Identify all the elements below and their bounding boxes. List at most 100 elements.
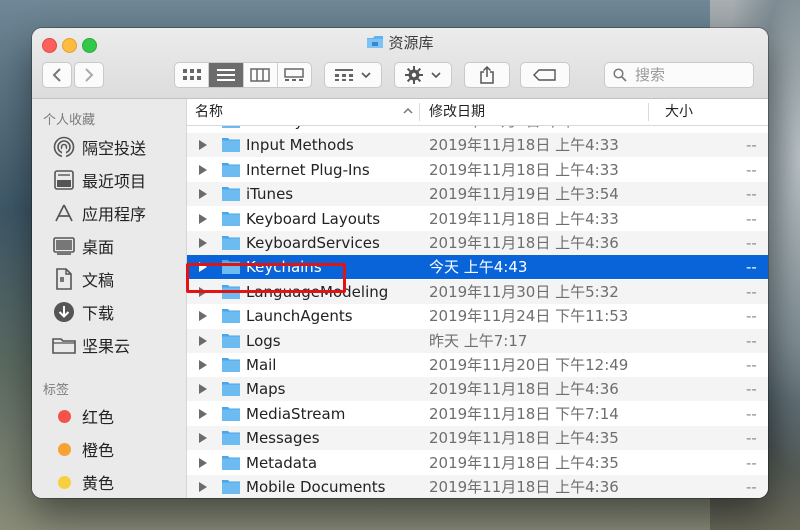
desktop-icon xyxy=(52,235,76,257)
file-modified-date: 昨天 上午7:17 xyxy=(429,331,528,350)
sidebar-item-documents[interactable]: 文稿 xyxy=(52,265,114,293)
file-row[interactable]: Keyboard Layouts 2019年11月18日 上午4:33 -- xyxy=(187,207,768,231)
chevron-left-icon xyxy=(52,68,61,82)
modified-column-header[interactable]: 修改日期 xyxy=(429,99,629,125)
column-view-button[interactable] xyxy=(244,63,278,87)
file-list: 名称 修改日期 大小 IdentityServices 2019年12月1日 下午… xyxy=(187,99,768,498)
file-size: -- xyxy=(746,209,757,228)
file-size: -- xyxy=(746,185,757,204)
file-modified-date: 2019年11月18日 上午4:33 xyxy=(429,136,619,155)
file-row[interactable]: LaunchAgents 2019年11月24日 下午11:53 -- xyxy=(187,304,768,328)
folder-icon xyxy=(221,478,241,498)
disclosure-triangle-icon[interactable] xyxy=(199,189,207,200)
file-row[interactable]: Messages 2019年11月18日 上午4:35 -- xyxy=(187,426,768,451)
folder-icon xyxy=(221,307,241,328)
file-name: Messages xyxy=(246,429,320,448)
file-modified-date: 2019年11月18日 下午7:14 xyxy=(429,404,619,423)
file-row[interactable]: MediaStream 2019年11月18日 下午7:14 -- xyxy=(187,402,768,426)
size-column-header[interactable]: 大小 xyxy=(665,99,725,125)
sidebar-item-jianguoyun[interactable]: 坚果云 xyxy=(52,331,130,359)
folder-icon xyxy=(221,356,241,377)
file-row[interactable]: Mail 2019年11月20日 下午12:49 -- xyxy=(187,353,768,377)
sidebar-item-applications[interactable]: 应用程序 xyxy=(52,199,146,227)
group-button[interactable] xyxy=(324,62,382,88)
share-button[interactable] xyxy=(464,62,510,88)
file-name: Input Methods xyxy=(246,136,354,155)
file-row[interactable]: Metadata 2019年11月18日 上午4:35 -- xyxy=(187,451,768,475)
sidebar-item-recents[interactable]: 最近项目 xyxy=(52,166,146,194)
name-column-header[interactable]: 名称 xyxy=(195,99,415,125)
forward-button[interactable] xyxy=(74,62,104,88)
disclosure-triangle-icon[interactable] xyxy=(199,408,207,419)
edit-tags-button[interactable] xyxy=(520,62,570,88)
airdrop-icon xyxy=(52,136,76,158)
column-divider[interactable] xyxy=(419,103,420,121)
sidebar-item-airdrop[interactable]: 隔空投送 xyxy=(52,133,146,161)
sidebar-tag-yellow[interactable]: 黄色 xyxy=(52,468,114,496)
orange-tag-dot-icon xyxy=(57,442,71,456)
back-button[interactable] xyxy=(42,62,72,88)
red-tag-dot-icon xyxy=(57,409,71,423)
disclosure-triangle-icon[interactable] xyxy=(199,213,207,224)
disclosure-triangle-icon[interactable] xyxy=(199,238,207,248)
disclosure-triangle-icon[interactable] xyxy=(199,311,207,322)
file-row[interactable]: Maps 2019年11月18日 上午4:36 -- xyxy=(187,377,768,402)
disclosure-triangle-icon[interactable] xyxy=(199,384,207,395)
file-modified-date: 今天 上午4:43 xyxy=(429,258,528,277)
gallery-view-button[interactable] xyxy=(278,63,311,87)
file-size: -- xyxy=(746,453,757,472)
disclosure-triangle-icon[interactable] xyxy=(199,457,207,468)
disclosure-triangle-icon[interactable] xyxy=(199,335,207,346)
sidebar-item-desktop[interactable]: 桌面 xyxy=(52,232,114,260)
search-input[interactable] xyxy=(633,65,747,85)
folder-icon xyxy=(221,429,241,450)
file-size: -- xyxy=(746,282,757,301)
file-name: Metadata xyxy=(246,453,318,472)
name-column-label: 名称 xyxy=(195,104,223,120)
grid-icon xyxy=(182,69,201,80)
folder-icon xyxy=(221,185,241,206)
sidebar-item-label: 文稿 xyxy=(82,271,115,290)
tag-icon xyxy=(533,69,556,81)
column-divider[interactable] xyxy=(648,103,649,121)
file-row[interactable]: Mobile Documents 2019年11月18日 上午4:36 -- xyxy=(187,475,768,498)
file-size: -- xyxy=(746,404,757,423)
disclosure-triangle-icon[interactable] xyxy=(199,164,207,175)
recents-icon xyxy=(52,169,76,191)
file-row[interactable]: iTunes 2019年11月19日 上午3:54 -- xyxy=(187,182,768,207)
disclosure-triangle-icon[interactable] xyxy=(199,482,207,492)
file-modified-date: 2019年11月18日 上午4:35 xyxy=(429,429,619,448)
annotation-highlight-box xyxy=(186,263,346,293)
search-icon xyxy=(613,68,627,82)
file-modified-date: 2019年11月18日 上午4:33 xyxy=(429,209,619,228)
file-modified-date: 2019年11月24日 下午11:53 xyxy=(429,307,629,326)
sidebar-item-label: 最近项目 xyxy=(82,172,147,191)
disclosure-triangle-icon[interactable] xyxy=(199,433,207,444)
search-field[interactable] xyxy=(604,62,754,88)
sidebar-item-label: 红色 xyxy=(82,408,115,427)
disclosure-triangle-icon[interactable] xyxy=(199,360,207,370)
library-folder-icon xyxy=(366,34,384,54)
folder-icon xyxy=(221,380,241,401)
sidebar-item-label: 下载 xyxy=(82,304,115,323)
file-row[interactable]: Internet Plug-Ins 2019年11月18日 上午4:33 -- xyxy=(187,158,768,182)
file-size: -- xyxy=(746,136,757,155)
file-row[interactable]: IdentityServices 2019年12月1日 下午5:18 -- xyxy=(187,126,768,133)
action-button[interactable] xyxy=(394,62,452,88)
group-grid-icon xyxy=(335,69,353,81)
sidebar-tag-red[interactable]: 红色 xyxy=(52,402,114,430)
documents-icon xyxy=(52,268,76,290)
list-view-button[interactable] xyxy=(209,63,244,87)
disclosure-triangle-icon[interactable] xyxy=(199,140,207,151)
sidebar-tag-orange[interactable]: 橙色 xyxy=(52,435,114,463)
sidebar-item-downloads[interactable]: 下载 xyxy=(52,298,114,326)
chevron-down-icon xyxy=(361,72,371,78)
file-size: -- xyxy=(746,380,757,399)
icon-view-button[interactable] xyxy=(175,63,210,87)
file-row[interactable]: KeyboardServices 2019年11月18日 上午4:36 -- xyxy=(187,231,768,255)
favorites-section-title: 个人收藏 xyxy=(43,113,96,128)
file-row[interactable]: Input Methods 2019年11月18日 上午4:33 -- xyxy=(187,133,768,158)
file-name: Logs xyxy=(246,331,281,350)
gear-icon xyxy=(405,66,423,84)
file-row[interactable]: Logs 昨天 上午7:17 -- xyxy=(187,328,768,353)
